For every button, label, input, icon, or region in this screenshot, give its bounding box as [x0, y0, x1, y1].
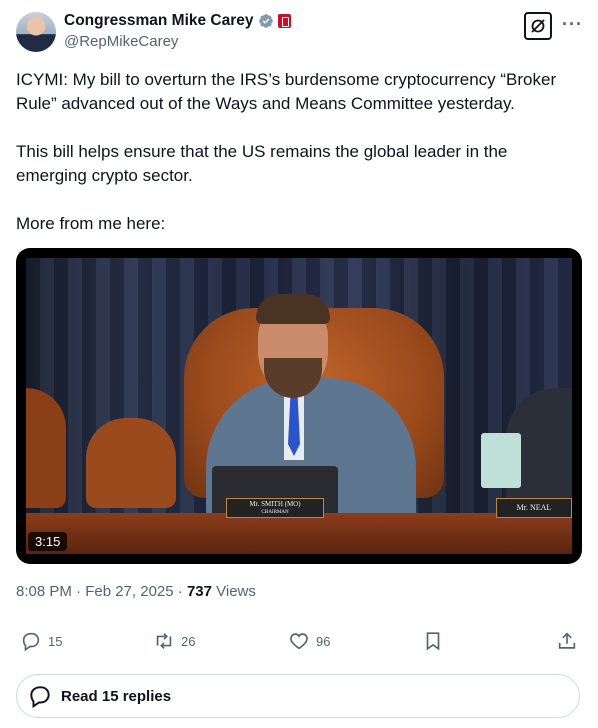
bookmark-icon [426, 632, 440, 651]
hair [256, 294, 330, 324]
tissue-box [481, 433, 521, 488]
grok-icon[interactable] [524, 12, 552, 40]
replies-icon [30, 686, 50, 709]
video-duration: 3:15 [28, 532, 68, 551]
desk [26, 513, 572, 554]
views-count: 737 [186, 583, 212, 600]
author-handle[interactable]: @RepMikeCarey [64, 33, 178, 50]
chair [26, 388, 66, 508]
tweet-paragraph-3: More from me here: [16, 214, 166, 233]
timestamp[interactable]: 8:08 PM · Feb 27, 2025 · [16, 583, 187, 600]
flag-icon [277, 14, 291, 28]
like-button[interactable]: 96 [288, 630, 330, 652]
reply-count: 15 [48, 633, 63, 649]
nameplate-left-text: Mr. SMITH (MO) [249, 500, 301, 508]
video-player[interactable]: Mr. SMITH (MO) CHAIRMAN Mr. NEAL [16, 248, 582, 564]
chair [86, 418, 176, 508]
author-name-row[interactable]: Congressman Mike Carey [64, 12, 291, 30]
tweet-paragraph-1: ICYMI: My bill to overturn the IRS’s bur… [16, 70, 557, 113]
tweet-paragraph-2: This bill helps ensure that the US remai… [16, 142, 508, 185]
views-label: Views [211, 583, 256, 600]
share-button[interactable] [556, 630, 578, 652]
read-replies-button[interactable]: Read 15 replies [16, 674, 580, 718]
reply-icon [22, 632, 40, 652]
more-icon[interactable]: ··· [562, 14, 583, 35]
verified-badge-icon [258, 14, 273, 28]
bookmark-button[interactable] [422, 630, 444, 652]
share-icon [558, 632, 576, 649]
nameplate-right: Mr. NEAL [496, 498, 572, 518]
action-bar: 15 26 96 [16, 630, 582, 654]
read-replies-label: Read 15 replies [61, 687, 172, 705]
author-name[interactable]: Congressman Mike Carey [64, 12, 254, 30]
nameplate-left-sub: CHAIRMAN [261, 510, 289, 515]
heart-icon [290, 633, 308, 650]
repost-count: 26 [181, 633, 196, 649]
tweet-meta: 8:08 PM · Feb 27, 2025 · 737 Views [16, 583, 256, 600]
nameplate-left: Mr. SMITH (MO) CHAIRMAN [226, 498, 324, 518]
avatar[interactable] [16, 12, 56, 52]
video-frame: Mr. SMITH (MO) CHAIRMAN Mr. NEAL [26, 258, 572, 554]
like-count: 96 [316, 633, 331, 649]
reply-button[interactable]: 15 [20, 630, 62, 652]
repost-icon [156, 633, 172, 649]
repost-button[interactable]: 26 [153, 630, 195, 652]
